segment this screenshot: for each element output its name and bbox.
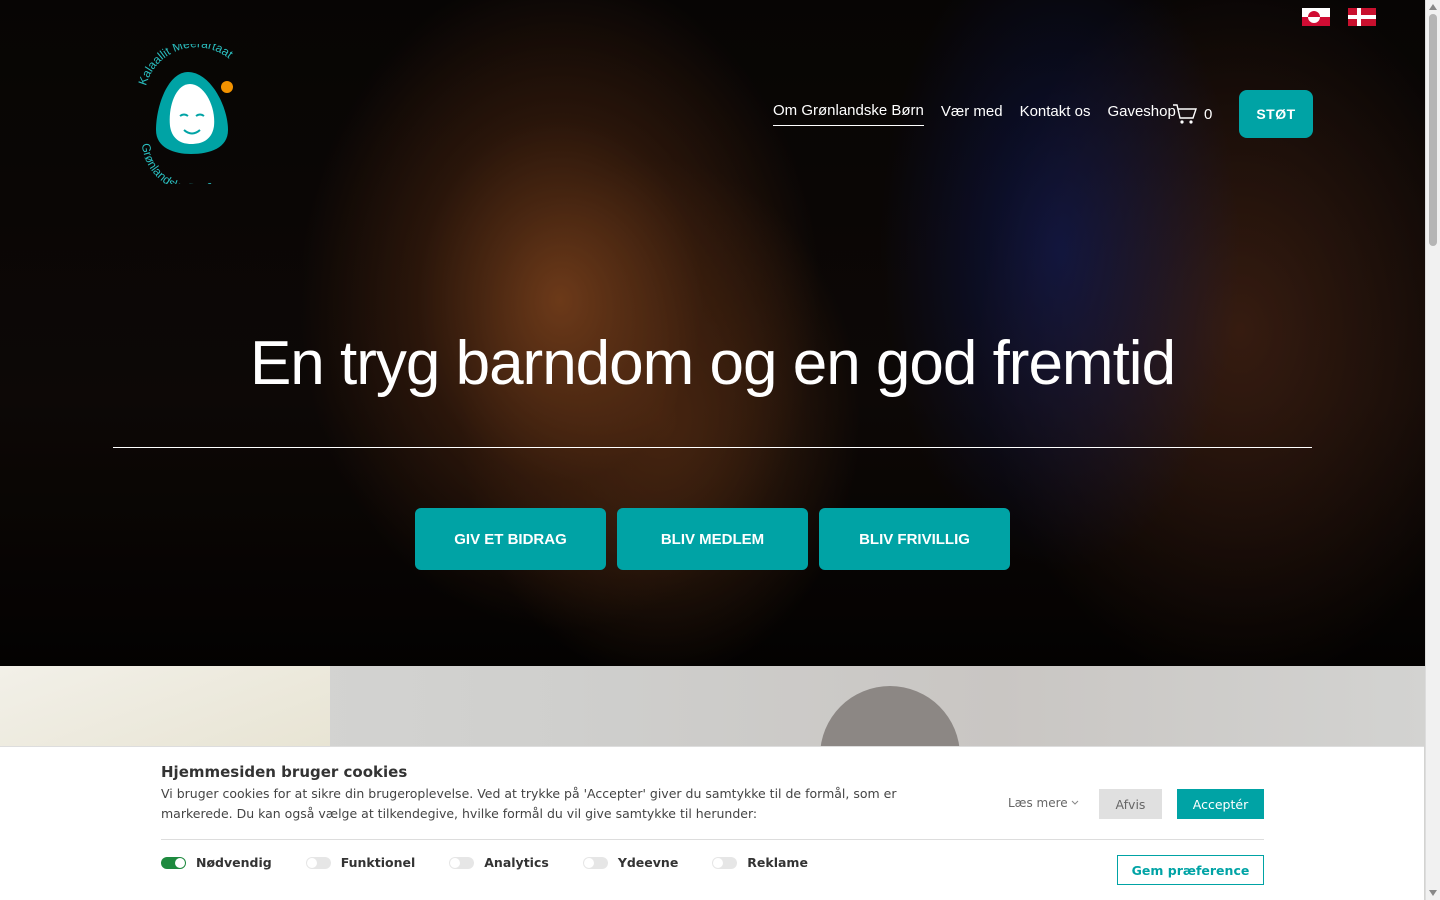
cookie-divider: [161, 839, 1264, 840]
read-more-link[interactable]: Læs mere: [1008, 796, 1079, 810]
read-more-label: Læs mere: [1008, 796, 1068, 810]
cart-icon: [1173, 104, 1197, 124]
logo[interactable]: Kalaallit Meerartaat Grønlandske Børn: [128, 44, 258, 184]
switch-functional[interactable]: [305, 856, 331, 869]
hero-cta-group: GIV ET BIDRAG BLIV MEDLEM BLIV FRIVILLIG: [415, 508, 1010, 570]
toggle-necessary[interactable]: Nødvendig: [161, 855, 272, 870]
switch-advertising[interactable]: [712, 856, 738, 869]
cart-count: 0: [1204, 105, 1213, 123]
cart-button[interactable]: 0: [1172, 103, 1212, 125]
save-preferences-button[interactable]: Gem præference: [1117, 855, 1264, 885]
greenland-flag-icon[interactable]: [1302, 8, 1330, 26]
denmark-flag-icon[interactable]: [1348, 8, 1376, 26]
scrollbar-thumb[interactable]: [1429, 14, 1437, 246]
chevron-down-icon: [1071, 800, 1079, 805]
toggle-analytics[interactable]: Analytics: [449, 855, 549, 870]
hero-headline: En tryg barndom og en god fremtid: [249, 329, 1176, 398]
cookie-banner: Hjemmesiden bruger cookies Vi bruger coo…: [0, 746, 1424, 900]
accept-button[interactable]: Acceptér: [1177, 789, 1264, 819]
page-scrollbar[interactable]: [1425, 0, 1440, 900]
volunteer-button[interactable]: BLIV FRIVILLIG: [819, 508, 1010, 570]
switch-necessary[interactable]: [161, 856, 186, 869]
toggle-label: Analytics: [484, 855, 549, 870]
language-switcher: [1302, 8, 1376, 26]
decline-button[interactable]: Afvis: [1099, 789, 1162, 819]
nav-item-kontakt-os[interactable]: Kontakt os: [1020, 103, 1091, 126]
nav-item-om-gronlandske-born[interactable]: Om Grønlandske Børn: [773, 102, 924, 126]
toggle-label: Reklame: [747, 855, 808, 870]
hero-divider: [113, 447, 1312, 448]
toggle-label: Nødvendig: [196, 855, 272, 870]
toggle-label: Ydeevne: [617, 855, 679, 870]
main-nav: Om Grønlandske Børn Vær med Kontakt os G…: [773, 102, 1193, 126]
nav-item-gaveshop[interactable]: Gaveshop: [1107, 103, 1175, 126]
nav-item-vaer-med[interactable]: Vær med: [941, 103, 1003, 126]
become-member-button[interactable]: BLIV MEDLEM: [617, 508, 808, 570]
toggle-label: Funktionel: [340, 855, 416, 870]
toggle-advertising[interactable]: Reklame: [712, 855, 808, 870]
hero-section: Kalaallit Meerartaat Grønlandske Børn Om…: [0, 0, 1425, 666]
donate-button[interactable]: GIV ET BIDRAG: [415, 508, 606, 570]
scroll-down-icon[interactable]: [1429, 890, 1437, 896]
toggle-performance[interactable]: Ydeevne: [582, 855, 679, 870]
toggle-functional[interactable]: Funktionel: [305, 855, 416, 870]
cookie-description: Vi bruger cookies for at sikre din bruge…: [161, 786, 897, 821]
support-button[interactable]: STØT: [1239, 90, 1313, 138]
cookie-category-toggles: Nødvendig Funktionel Analytics Ydeevne R…: [161, 855, 842, 870]
cookie-title: Hjemmesiden bruger cookies: [161, 763, 408, 781]
scroll-up-icon[interactable]: [1429, 4, 1437, 10]
switch-analytics[interactable]: [449, 856, 475, 869]
switch-performance[interactable]: [582, 856, 608, 869]
